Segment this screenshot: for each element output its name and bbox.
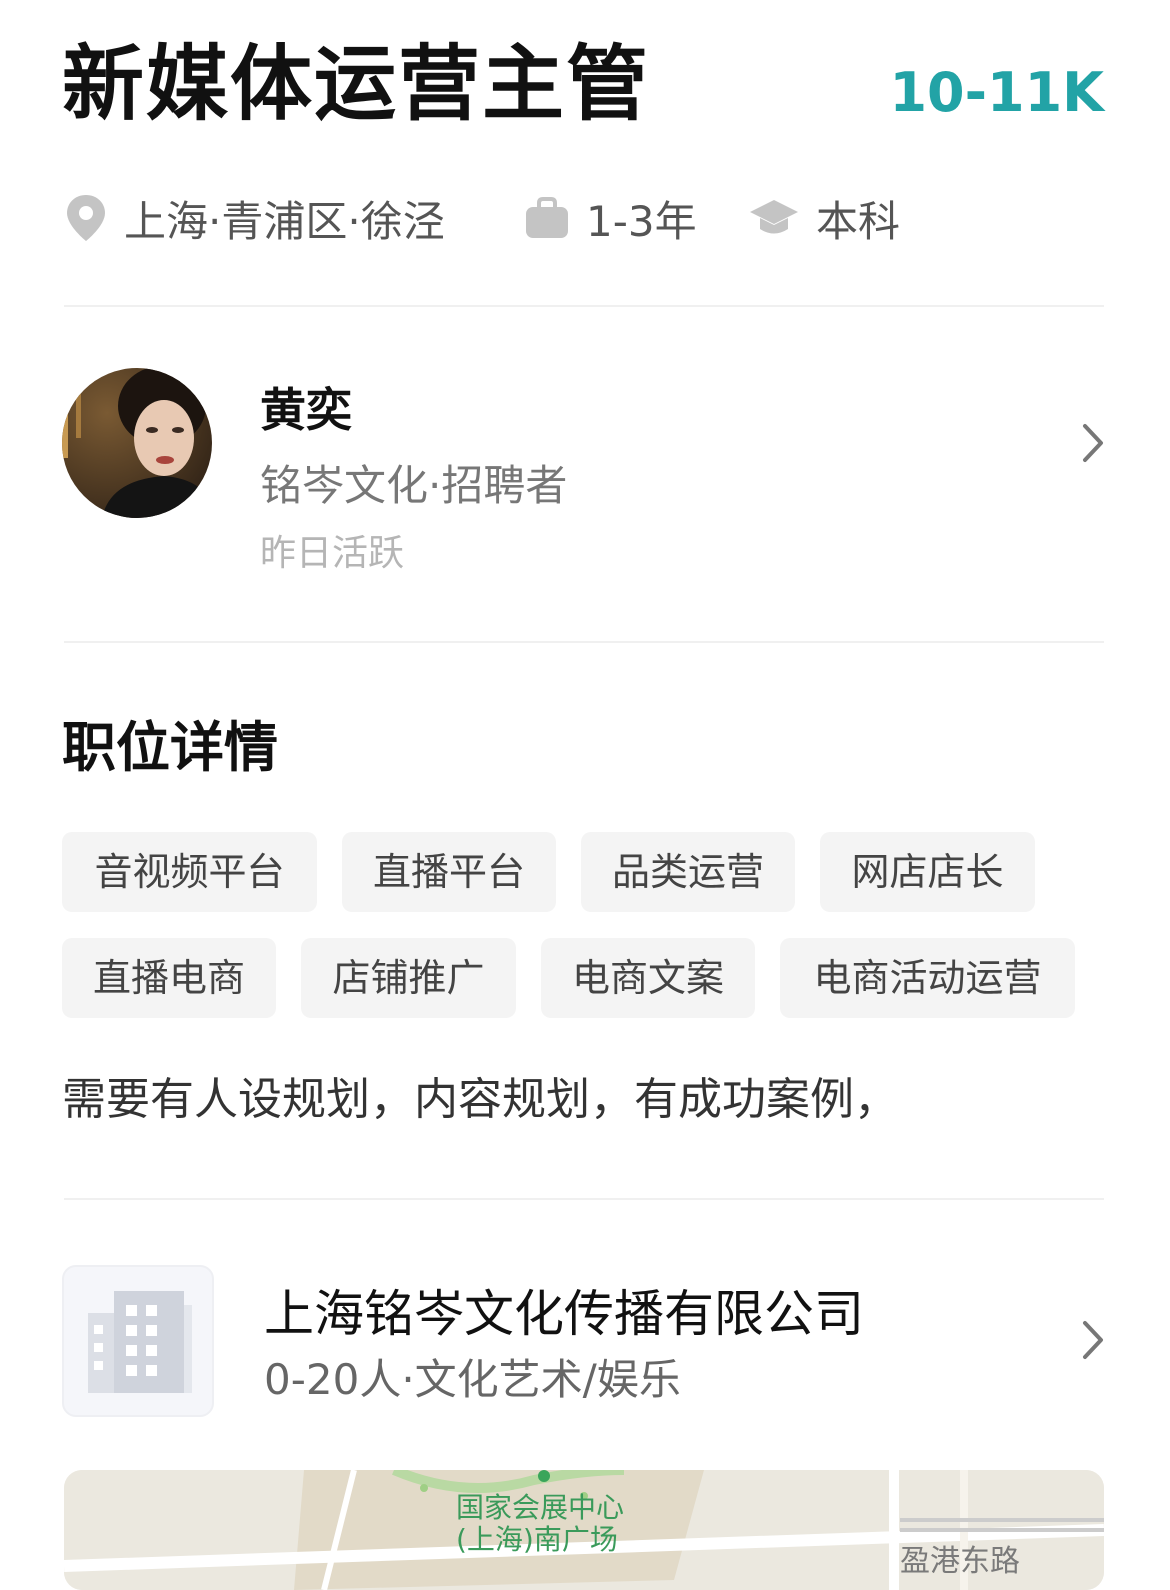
skill-tag: 电商活动运营 [780,938,1075,1018]
map-road-label: 盈港东路 [900,1544,1020,1579]
chevron-right-icon[interactable] [1078,1318,1108,1362]
job-location: 上海·青浦区·徐泾 [64,188,445,248]
experience-text: 1-3年 [586,196,697,246]
section-title: 职位详情 [62,716,278,779]
divider [64,641,1104,643]
location-pin-icon [64,193,108,243]
briefcase-icon [524,196,570,240]
building-icon [78,1281,200,1407]
map-poi-label: (上海)南广场 [456,1523,618,1556]
skill-tag: 店铺推广 [301,938,516,1018]
education-text: 本科 [816,196,901,246]
skill-tag: 音视频平台 [62,832,317,912]
skill-tag: 品类运营 [581,832,795,912]
chevron-right-icon[interactable] [1078,421,1108,465]
skill-tag: 直播平台 [342,832,556,912]
location-map[interactable]: 国家会展中心 (上海)南广场 盈港东路 [64,1470,1104,1590]
recruiter-company-role: 铭岑文化·招聘者 [260,461,568,510]
job-experience: 1-3年 [524,188,697,248]
company-logo [62,1265,214,1417]
skill-tag: 直播电商 [62,938,276,1018]
location-text: 上海·青浦区·徐泾 [124,196,445,246]
job-title: 新媒体运营主管 [62,37,651,132]
divider [64,1198,1104,1200]
graduation-cap-icon [748,196,800,240]
divider [64,305,1104,307]
job-education: 本科 [748,188,900,248]
salary-range: 10-11K [889,61,1104,124]
skill-tag: 网店店长 [820,832,1035,912]
map-poi-label: 国家会展中心 [456,1491,625,1524]
job-description: 需要有人设规划，内容规划，有成功案例， [62,1074,898,1125]
recruiter-active-status: 昨日活跃 [260,533,405,574]
skill-tag: 电商文案 [541,938,755,1018]
avatar [62,368,212,518]
company-name: 上海铭岑文化传播有限公司 [264,1285,864,1343]
recruiter-name: 黄奕 [260,383,352,437]
company-info: 0-20人·文化艺术/娱乐 [264,1355,681,1404]
